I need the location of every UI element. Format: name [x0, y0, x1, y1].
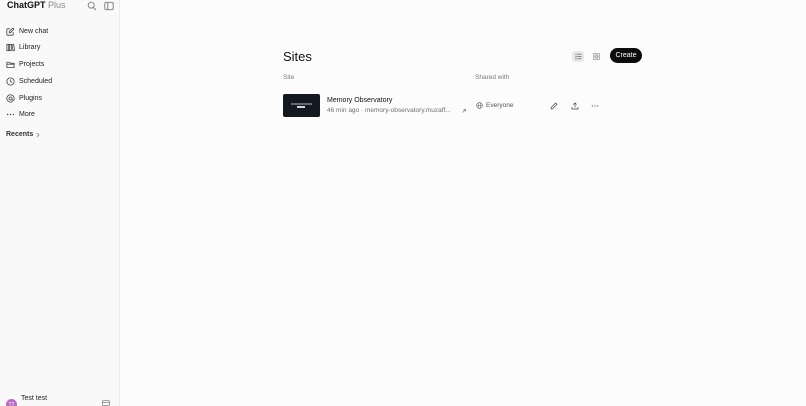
- sidebar-item-label: Projects: [19, 61, 45, 69]
- sidebar-item-label: New chat: [19, 27, 49, 35]
- edit-site-button[interactable]: [549, 101, 559, 111]
- sidebar: ChatGPT Plus New chat Library Projects S…: [0, 0, 120, 406]
- at-icon: [6, 94, 15, 103]
- main-content: Sites Create Site Shared with Memory Obs…: [120, 0, 806, 406]
- user-menu[interactable]: TT Test test: [6, 395, 114, 406]
- avatar: TT: [6, 399, 17, 406]
- sidebar-item-more[interactable]: More: [5, 107, 115, 123]
- site-row[interactable]: Memory Observatory 46 min ago · memory-o…: [283, 94, 643, 118]
- site-thumbnail[interactable]: [283, 94, 320, 117]
- shared-with: Everyone: [476, 102, 513, 109]
- sidebar-item-plugins[interactable]: Plugins: [5, 90, 115, 106]
- library-icon: [6, 44, 15, 52]
- globe-icon: [476, 102, 483, 109]
- recents-toggle[interactable]: Recents: [6, 131, 41, 138]
- column-header-site: Site: [283, 74, 295, 81]
- sidebar-item-label: Plugins: [19, 94, 42, 102]
- clock-icon: [6, 77, 15, 86]
- page-title: Sites: [283, 49, 312, 64]
- list-view-icon: [574, 53, 581, 60]
- sidebar-header: ChatGPT Plus: [7, 0, 115, 14]
- external-link-icon[interactable]: [461, 108, 467, 114]
- brand-tier: Plus: [48, 0, 66, 10]
- site-url[interactable]: memory-observatory.muzaff...: [365, 107, 451, 114]
- more-horizontal-icon: [591, 105, 599, 107]
- pencil-icon: [550, 102, 558, 110]
- sidebar-item-scheduled[interactable]: Scheduled: [5, 73, 115, 89]
- folder-icon: [6, 61, 15, 69]
- list-view-button[interactable]: [572, 51, 584, 62]
- edit-icon: [6, 27, 15, 36]
- site-meta: 46 min ago · memory-observatory.muzaff..…: [327, 107, 451, 114]
- shared-with-value: Everyone: [486, 102, 514, 109]
- brand-name: ChatGPT: [7, 0, 46, 10]
- workspace-icon[interactable]: [102, 399, 110, 406]
- search-icon[interactable]: [87, 1, 97, 11]
- sidebar-item-label: Scheduled: [19, 77, 53, 85]
- more-icon: [6, 114, 15, 116]
- sidebar-item-projects[interactable]: Projects: [5, 57, 115, 73]
- site-name[interactable]: Memory Observatory: [327, 97, 392, 104]
- sidebar-nav: New chat Library Projects Scheduled Plug…: [5, 23, 115, 124]
- site-age: 46 min ago: [327, 107, 360, 114]
- user-name: Test test: [21, 395, 48, 402]
- recents-label: Recents: [6, 131, 34, 138]
- sidebar-item-label: Library: [19, 44, 41, 52]
- brand-title[interactable]: ChatGPT Plus: [7, 0, 66, 11]
- sidebar-item-library[interactable]: Library: [5, 40, 115, 56]
- more-options-button[interactable]: [590, 101, 600, 111]
- chevron-right-icon: [36, 132, 40, 137]
- upload-icon: [571, 102, 579, 110]
- create-button[interactable]: Create: [610, 48, 642, 63]
- sidebar-item-new-chat[interactable]: New chat: [5, 23, 115, 39]
- share-site-button[interactable]: [570, 101, 580, 111]
- column-header-shared: Shared with: [475, 74, 510, 81]
- grid-view-button[interactable]: [590, 51, 602, 62]
- sidebar-toggle-icon[interactable]: [104, 1, 114, 11]
- grid-view-icon: [592, 53, 600, 60]
- meta-separator: ·: [360, 107, 364, 114]
- sidebar-item-label: More: [19, 111, 35, 119]
